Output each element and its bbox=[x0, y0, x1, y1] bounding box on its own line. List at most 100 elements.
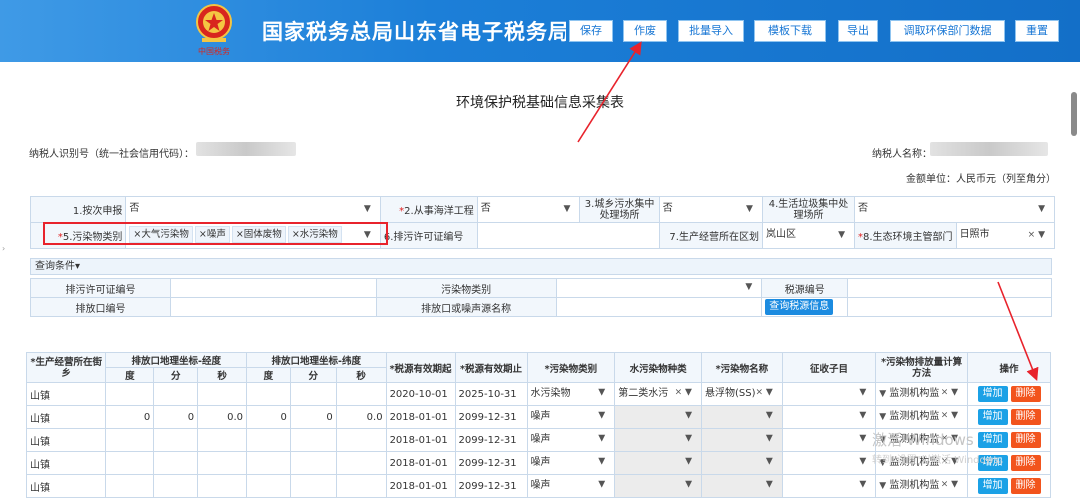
lat-deg-cell[interactable] bbox=[246, 451, 291, 475]
start-date-cell[interactable]: 2020-10-01 bbox=[385, 382, 456, 406]
delete-row-button[interactable]: 删除 bbox=[1010, 478, 1041, 494]
method-select[interactable]: ▼ 监测机构监 × ▼ bbox=[875, 451, 969, 475]
tag-air[interactable]: ×大气污染物 bbox=[129, 226, 193, 243]
delete-row-button[interactable]: 删除 bbox=[1010, 455, 1041, 471]
pollutant-name-select[interactable]: ▼ bbox=[700, 405, 783, 429]
eco-dept-select[interactable]: 日照市 × ▼ bbox=[955, 222, 1056, 249]
start-date-cell[interactable]: 2018-01-01 bbox=[385, 474, 456, 498]
lat-deg-cell[interactable] bbox=[246, 382, 291, 406]
query-tax-source-button[interactable]: 查询税源信息 bbox=[765, 299, 834, 315]
end-date-cell[interactable]: 2099-12-31 bbox=[454, 428, 528, 452]
by-time-select[interactable]: 否 ▼ bbox=[125, 196, 381, 223]
add-row-button[interactable]: 增加 bbox=[977, 455, 1008, 471]
void-button[interactable]: 作废 bbox=[623, 20, 667, 42]
lat-deg-cell[interactable]: 0 bbox=[246, 405, 291, 429]
end-date-cell[interactable]: 2099-12-31 bbox=[454, 451, 528, 475]
end-date-cell[interactable]: 2025-10-31 bbox=[454, 382, 528, 406]
query-toggle[interactable]: 查询条件▾ bbox=[30, 258, 1052, 275]
pollutant-name-select[interactable]: ▼ bbox=[700, 428, 783, 452]
lat-min-cell[interactable] bbox=[289, 428, 337, 452]
template-download-button[interactable]: 模板下载 bbox=[754, 20, 826, 42]
batch-import-button[interactable]: 批量导入 bbox=[678, 20, 744, 42]
pollutant-category-multiselect[interactable]: ×大气污染物 ×噪声 ×固体废物 ×水污染物 ▼ bbox=[125, 222, 381, 249]
sewage-select[interactable]: 否 ▼ bbox=[658, 196, 763, 223]
water-kind-select[interactable]: ▼ bbox=[614, 474, 702, 498]
add-row-button[interactable]: 增加 bbox=[977, 409, 1008, 425]
street-cell[interactable]: 山镇 bbox=[25, 405, 107, 429]
vertical-scrollbar[interactable] bbox=[1071, 92, 1077, 136]
lng-min-cell[interactable] bbox=[153, 382, 199, 406]
method-select[interactable]: ▼ 监测机构监 × ▼ bbox=[875, 405, 969, 429]
add-row-button[interactable]: 增加 bbox=[977, 432, 1008, 448]
start-date-cell[interactable]: 2018-01-01 bbox=[385, 451, 456, 475]
water-kind-select[interactable]: ▼ bbox=[614, 405, 702, 429]
pollutant-cat-select[interactable]: 噪声 ▼ bbox=[526, 405, 616, 429]
permit-input[interactable] bbox=[476, 222, 660, 249]
street-cell[interactable]: 山镇 bbox=[25, 382, 107, 406]
fetch-env-data-button[interactable]: 调取环保部门数据 bbox=[890, 20, 1005, 42]
outlet-name-query-input[interactable] bbox=[555, 297, 763, 317]
tag-solid[interactable]: ×固体废物 bbox=[231, 226, 286, 243]
lat-sec-cell[interactable] bbox=[335, 428, 387, 452]
garbage-select[interactable]: 否 ▼ bbox=[854, 196, 1055, 223]
delete-row-button[interactable]: 删除 bbox=[1010, 432, 1041, 448]
lat-min-cell[interactable] bbox=[289, 451, 337, 475]
lat-sec-cell[interactable]: 0.0 bbox=[335, 405, 387, 429]
water-kind-select[interactable]: ▼ bbox=[614, 451, 702, 475]
permit-query-input[interactable] bbox=[169, 278, 377, 298]
tag-water[interactable]: ×水污染物 bbox=[287, 226, 342, 243]
street-cell[interactable]: 山镇 bbox=[25, 474, 107, 498]
street-cell[interactable]: 山镇 bbox=[25, 428, 107, 452]
add-row-button[interactable]: 增加 bbox=[977, 478, 1008, 494]
outlet-query-input[interactable] bbox=[169, 297, 377, 317]
water-kind-select[interactable]: ▼ bbox=[614, 428, 702, 452]
lng-sec-cell[interactable] bbox=[197, 451, 247, 475]
pollutant-name-select[interactable]: 悬浮物(SS) × ▼ bbox=[700, 382, 783, 406]
tax-source-query-input[interactable] bbox=[847, 278, 1052, 298]
lng-sec-cell[interactable] bbox=[197, 474, 247, 498]
lng-sec-cell[interactable]: 0.0 bbox=[197, 405, 247, 429]
add-row-button[interactable]: 增加 bbox=[977, 386, 1008, 402]
lat-sec-cell[interactable] bbox=[335, 451, 387, 475]
lng-sec-cell[interactable] bbox=[197, 382, 247, 406]
lng-min-cell[interactable] bbox=[153, 474, 199, 498]
lng-deg-cell[interactable] bbox=[105, 451, 155, 475]
lng-min-cell[interactable] bbox=[153, 451, 199, 475]
save-button[interactable]: 保存 bbox=[569, 20, 613, 42]
lng-deg-cell[interactable]: 0 bbox=[105, 405, 155, 429]
lat-min-cell[interactable] bbox=[289, 382, 337, 406]
lat-min-cell[interactable] bbox=[289, 474, 337, 498]
lat-sec-cell[interactable] bbox=[335, 474, 387, 498]
pollutant-name-select[interactable]: ▼ bbox=[700, 451, 783, 475]
street-cell[interactable]: 山镇 bbox=[25, 451, 107, 475]
lng-deg-cell[interactable] bbox=[105, 428, 155, 452]
lng-min-cell[interactable] bbox=[153, 428, 199, 452]
reset-button[interactable]: 重置 bbox=[1015, 20, 1059, 42]
export-button[interactable]: 导出 bbox=[838, 20, 878, 42]
start-date-cell[interactable]: 2018-01-01 bbox=[385, 428, 456, 452]
delete-row-button[interactable]: 删除 bbox=[1010, 386, 1041, 402]
lat-deg-cell[interactable] bbox=[246, 474, 291, 498]
lng-sec-cell[interactable] bbox=[197, 428, 247, 452]
water-kind-select[interactable]: 第二类水污 × ▼ bbox=[614, 382, 702, 406]
region-select[interactable]: 岚山区 ▼ bbox=[761, 222, 856, 249]
lat-deg-cell[interactable] bbox=[246, 428, 291, 452]
method-select[interactable]: ▼ 监测机构监 × ▼ bbox=[875, 474, 969, 498]
lat-sec-cell[interactable] bbox=[335, 382, 387, 406]
lng-deg-cell[interactable] bbox=[105, 382, 155, 406]
delete-row-button[interactable]: 删除 bbox=[1010, 409, 1041, 425]
pollutant-name-select[interactable]: ▼ bbox=[700, 474, 783, 498]
sub-item-select[interactable]: ▼ bbox=[781, 451, 877, 475]
lng-min-cell[interactable]: 0 bbox=[153, 405, 199, 429]
method-select[interactable]: ▼ 监测机构监 × ▼ bbox=[875, 382, 969, 406]
end-date-cell[interactable]: 2099-12-31 bbox=[454, 474, 528, 498]
lng-deg-cell[interactable] bbox=[105, 474, 155, 498]
sub-item-select[interactable]: ▼ bbox=[781, 474, 877, 498]
pollutant-cat-select[interactable]: 噪声 ▼ bbox=[526, 474, 616, 498]
tag-noise[interactable]: ×噪声 bbox=[194, 226, 230, 243]
start-date-cell[interactable]: 2018-01-01 bbox=[385, 405, 456, 429]
sub-item-select[interactable]: ▼ bbox=[781, 428, 877, 452]
pollutant-cat-select[interactable]: 水污染物 ▼ bbox=[526, 382, 616, 406]
sub-item-select[interactable]: ▼ bbox=[781, 405, 877, 429]
pollutant-cat-select[interactable]: 噪声 ▼ bbox=[526, 428, 616, 452]
